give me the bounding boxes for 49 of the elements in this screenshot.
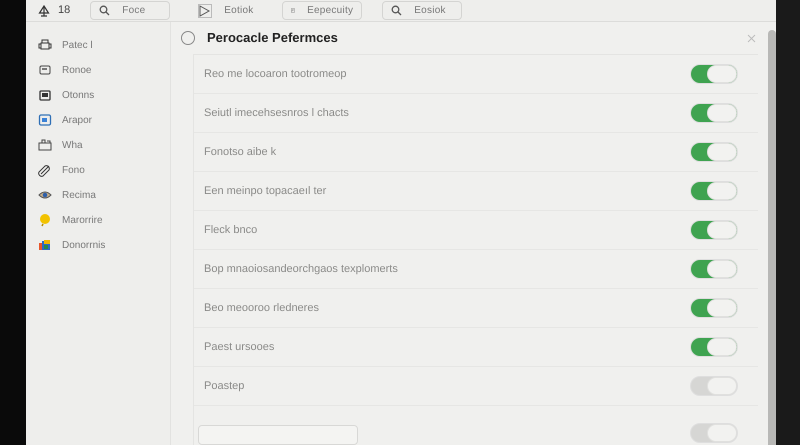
armchair-icon [38, 38, 52, 52]
search-icon [391, 5, 402, 16]
toolbar-button[interactable]: Eepecuity [282, 1, 362, 20]
toggle-switch[interactable] [690, 220, 738, 240]
setting-label: Paest ursooes [204, 340, 274, 355]
radio-button[interactable] [181, 31, 195, 45]
setting-label: Bop mnaoiosandeorchgaos texplomerts [204, 262, 398, 277]
input-field[interactable] [198, 425, 358, 445]
toggle-switch[interactable] [690, 259, 738, 279]
sidebar-item[interactable]: Otonns [38, 86, 170, 104]
toggle-switch[interactable] [690, 376, 738, 396]
briefcase-icon [38, 138, 52, 152]
close-icon[interactable] [747, 34, 756, 42]
sidebar-item[interactable]: Wha [38, 136, 170, 154]
toggle-switch[interactable] [690, 337, 738, 357]
setting-label: Beo meooroo rledneres [204, 300, 319, 316]
counter: 18 [58, 3, 70, 18]
sidebar-item[interactable]: Patec l [38, 36, 170, 54]
setting-label: Fonotso aibe k [204, 144, 276, 160]
search-icon [99, 5, 110, 16]
bulb-icon [38, 213, 52, 227]
setting-label: Poastep [204, 378, 244, 394]
toolbar-button[interactable]: Eosiok [382, 1, 462, 20]
sidebar-item[interactable]: Ronoe [38, 61, 170, 79]
setting-label: Seiutl imecehsesnros l chacts [204, 106, 349, 121]
toggle-switch[interactable] [690, 298, 738, 318]
sidebar-item[interactable]: Donorrnis [38, 236, 170, 254]
printer-icon [38, 88, 52, 102]
toggle-switch[interactable] [690, 103, 738, 123]
sidebar-item[interactable]: Arapor [38, 111, 170, 129]
lamp-icon [38, 4, 50, 16]
play-icon [198, 4, 212, 18]
toolbar-button[interactable]: Foce [90, 1, 170, 20]
setting-label: Een meinpo topacaeıl ter [204, 184, 326, 199]
toggle-switch[interactable] [690, 142, 738, 162]
toggle-switch[interactable] [690, 181, 738, 201]
panel-title: Perocacle Pefermces [207, 29, 338, 48]
card-icon [38, 63, 52, 77]
sidebar-item[interactable]: Marorrire [38, 211, 170, 229]
sidebar-item[interactable]: Fono [38, 161, 170, 179]
screen-icon [38, 113, 52, 127]
toolbar-button[interactable]: Eotiok [190, 1, 262, 20]
toggle-switch[interactable] [690, 423, 738, 443]
toggle-switch[interactable] [690, 64, 738, 84]
scrollbar[interactable] [768, 30, 776, 445]
sidebar-item[interactable]: Recima [38, 186, 170, 204]
setting-label: Fleck bnco [204, 222, 258, 238]
box-icon [38, 238, 52, 252]
setting-label: Reo me locoaron tootromeop [204, 66, 346, 82]
